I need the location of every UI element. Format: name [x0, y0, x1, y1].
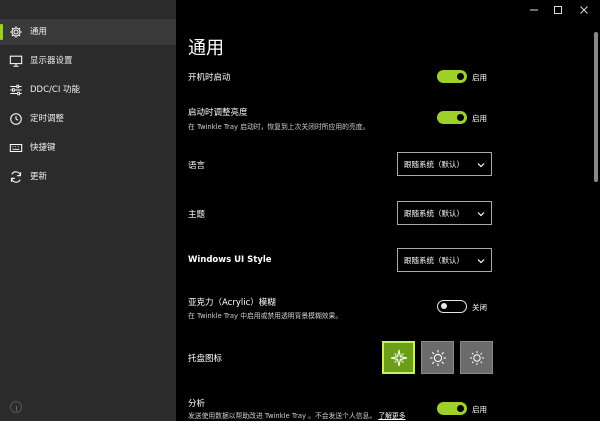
analytics-toggle[interactable] — [437, 402, 467, 415]
sparkle-icon — [389, 348, 409, 368]
tray-icon-option-3[interactable] — [460, 341, 493, 374]
theme-value: 跟随系统（默认） — [404, 209, 464, 218]
learn-more-link[interactable]: 了解更多 — [378, 412, 405, 420]
analytics-desc: 发送使用数据以帮助改进 Twinkle Tray 。不会发送个人信息。 了解更多 — [188, 410, 406, 420]
theme-select[interactable]: 跟随系统（默认） — [397, 201, 492, 225]
brightness-on-start-state: 启用 — [472, 114, 487, 123]
sidebar-item-label: 定时调整 — [30, 114, 65, 124]
sidebar-item-label: 更新 — [30, 172, 48, 182]
close-icon — [579, 5, 589, 15]
acrylic-toggle[interactable] — [437, 300, 467, 313]
sliders-icon — [9, 83, 23, 97]
scrollbar-thumb[interactable] — [594, 32, 598, 182]
windows-ui-style-value: 跟随系统（默认） — [404, 256, 464, 265]
sidebar-item-display[interactable]: 显示器设置 — [0, 48, 176, 74]
tray-icon-option-1[interactable] — [382, 341, 415, 374]
startup-state: 启用 — [472, 73, 487, 82]
sun-outline-icon — [467, 348, 487, 368]
chevron-down-icon — [477, 210, 485, 218]
info-icon[interactable] — [10, 401, 22, 413]
minimize-icon — [529, 5, 539, 15]
analytics-desc-text: 发送使用数据以帮助改进 Twinkle Tray 。不会发送个人信息。 — [188, 412, 377, 420]
gear-icon — [9, 25, 23, 39]
maximize-icon — [553, 5, 563, 15]
theme-label: 主题 — [188, 210, 206, 220]
sidebar-item-schedule[interactable]: 定时调整 — [0, 106, 176, 132]
refresh-icon — [9, 170, 23, 184]
brightness-on-start-desc: 在 Twinkle Tray 启动时，恢复到上次关闭时所应用的亮度。 — [188, 123, 370, 131]
active-indicator — [0, 24, 3, 40]
minimize-button[interactable] — [522, 0, 546, 20]
sidebar: 通用 显示器设置 DDC/CI 功能 定时调整 快捷键 更新 — [0, 0, 176, 421]
sidebar-item-hotkeys[interactable]: 快捷键 — [0, 135, 176, 161]
sun-icon — [428, 348, 448, 368]
windows-ui-style-select[interactable]: 跟随系统（默认） — [397, 248, 492, 272]
maximize-button[interactable] — [546, 0, 570, 20]
sidebar-item-ddcci[interactable]: DDC/CI 功能 — [0, 77, 176, 103]
sidebar-item-updates[interactable]: 更新 — [0, 164, 176, 190]
keyboard-icon — [9, 141, 23, 155]
analytics-label: 分析 — [188, 399, 206, 409]
startup-toggle[interactable] — [437, 70, 467, 83]
language-label: 语言 — [188, 161, 206, 171]
clock-icon — [9, 112, 23, 126]
acrylic-state: 关闭 — [472, 303, 487, 312]
tray-icon-option-2[interactable] — [421, 341, 454, 374]
acrylic-label: 亚克力（Acrylic）模糊 — [188, 298, 276, 308]
close-button[interactable] — [572, 0, 596, 20]
chevron-down-icon — [477, 161, 485, 169]
language-value: 跟随系统（默认） — [404, 160, 464, 169]
brightness-on-start-toggle[interactable] — [437, 111, 467, 124]
settings-panel: 通用 开机时启动 启用 启动时调整亮度 在 Twinkle Tray 启动时，恢… — [176, 0, 600, 421]
tray-icon-label: 托盘图标 — [188, 354, 223, 364]
sidebar-item-label: 显示器设置 — [30, 56, 73, 66]
startup-label: 开机时启动 — [188, 73, 231, 83]
page-title: 通用 — [188, 38, 224, 59]
windows-ui-style-label: Windows UI Style — [188, 255, 272, 265]
language-select[interactable]: 跟随系统（默认） — [397, 152, 492, 176]
scroll-up-icon[interactable] — [593, 22, 599, 36]
brightness-on-start-label: 启动时调整亮度 — [188, 108, 248, 118]
sidebar-item-label: 快捷键 — [30, 143, 56, 153]
chevron-down-icon — [477, 257, 485, 265]
monitor-icon — [9, 54, 23, 68]
sidebar-item-label: DDC/CI 功能 — [30, 85, 81, 95]
acrylic-desc: 在 Twinkle Tray 中启用或禁用透明背景模糊效果。 — [188, 312, 343, 320]
analytics-state: 启用 — [472, 405, 487, 414]
sidebar-item-label: 通用 — [30, 27, 48, 37]
scrollbar[interactable] — [593, 22, 599, 421]
sidebar-item-general[interactable]: 通用 — [0, 19, 176, 45]
